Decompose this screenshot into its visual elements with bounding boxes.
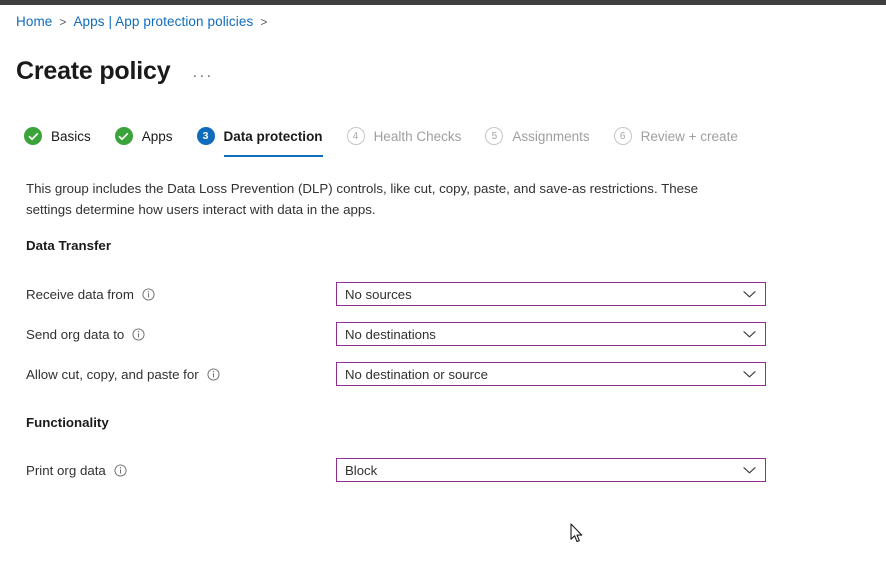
dropdown-value-print-org-data: Block [345, 462, 378, 478]
dropdown-send-org-data-to[interactable]: No destinations [336, 322, 766, 346]
dropdown-value-allow-cut-copy-paste-for: No destination or source [345, 366, 488, 382]
wizard-step-assignments[interactable]: 5 Assignments [485, 123, 590, 157]
info-icon[interactable] [114, 463, 127, 477]
check-icon [114, 127, 133, 145]
breadcrumb: Home > Apps | App protection policies > [16, 15, 274, 29]
chevron-down-icon [743, 290, 756, 299]
more-actions-icon[interactable]: ··· [188, 66, 217, 85]
step-number-badge-3: 3 [196, 127, 215, 145]
chevron-down-icon [743, 330, 756, 339]
wizard-step-label-health-checks: Health Checks [373, 128, 462, 144]
section-heading-functionality: Functionality [26, 415, 109, 430]
chevron-down-icon [743, 370, 756, 379]
wizard-step-health-checks[interactable]: 4 Health Checks [346, 123, 462, 157]
field-label-send-org-data-to: Send org data to [26, 327, 145, 342]
wizard-step-label-assignments: Assignments [512, 128, 590, 144]
page-title: Create policy [16, 56, 171, 85]
section-description: This group includes the Data Loss Preven… [26, 181, 699, 218]
chevron-down-icon [743, 466, 756, 475]
wizard-step-label-basics: Basics [51, 128, 91, 144]
wizard-step-label-review-create: Review + create [640, 128, 738, 144]
field-label-text: Allow cut, copy, and paste for [26, 366, 199, 382]
active-step-underline [223, 155, 323, 157]
breadcrumb-chevron-icon-2: > [260, 14, 268, 29]
breadcrumb-item-apps-app-protection-policies[interactable]: Apps | App protection policies [73, 15, 253, 29]
dropdown-value-send-org-data-to: No destinations [345, 326, 436, 342]
wizard-step-label-data-protection: Data protection [223, 128, 323, 144]
field-label-receive-data-from: Receive data from [26, 287, 155, 302]
dropdown-receive-data-from[interactable]: No sources [336, 282, 766, 306]
field-label-text: Print org data [26, 462, 106, 478]
field-label-allow-cut-copy-paste-for: Allow cut, copy, and paste for [26, 367, 220, 382]
breadcrumb-item-home[interactable]: Home [16, 15, 52, 29]
info-icon[interactable] [207, 367, 220, 381]
title-row: Create policy ··· [16, 41, 217, 102]
wizard-step-label-apps: Apps [141, 128, 173, 144]
azure-portal-page: Home > Apps | App protection policies > … [0, 5, 886, 579]
dropdown-print-org-data[interactable]: Block [336, 458, 766, 482]
section-heading-data-transfer: Data Transfer [26, 238, 111, 253]
field-label-text: Receive data from [26, 286, 134, 302]
wizard-step-review-create[interactable]: 6 Review + create [613, 123, 738, 157]
info-icon[interactable] [142, 287, 155, 301]
step-number-badge-4: 4 [346, 127, 365, 145]
wizard-steps: Basics Apps 3 Data protection 4 Health C… [24, 123, 762, 157]
check-icon [24, 127, 42, 145]
dropdown-value-receive-data-from: No sources [345, 286, 412, 302]
dropdown-allow-cut-copy-paste-for[interactable]: No destination or source [336, 362, 766, 386]
field-label-text: Send org data to [26, 326, 125, 342]
step-number-badge-5: 5 [485, 127, 504, 145]
step-number-badge-6: 6 [613, 127, 632, 145]
arrow-cursor [570, 523, 584, 544]
wizard-step-basics[interactable]: Basics [24, 123, 91, 157]
field-label-print-org-data: Print org data [26, 463, 127, 478]
wizard-step-data-protection[interactable]: 3 Data protection [196, 123, 323, 157]
info-icon[interactable] [132, 327, 145, 341]
breadcrumb-chevron-icon-1: > [59, 14, 67, 29]
wizard-step-apps[interactable]: Apps [114, 123, 173, 157]
